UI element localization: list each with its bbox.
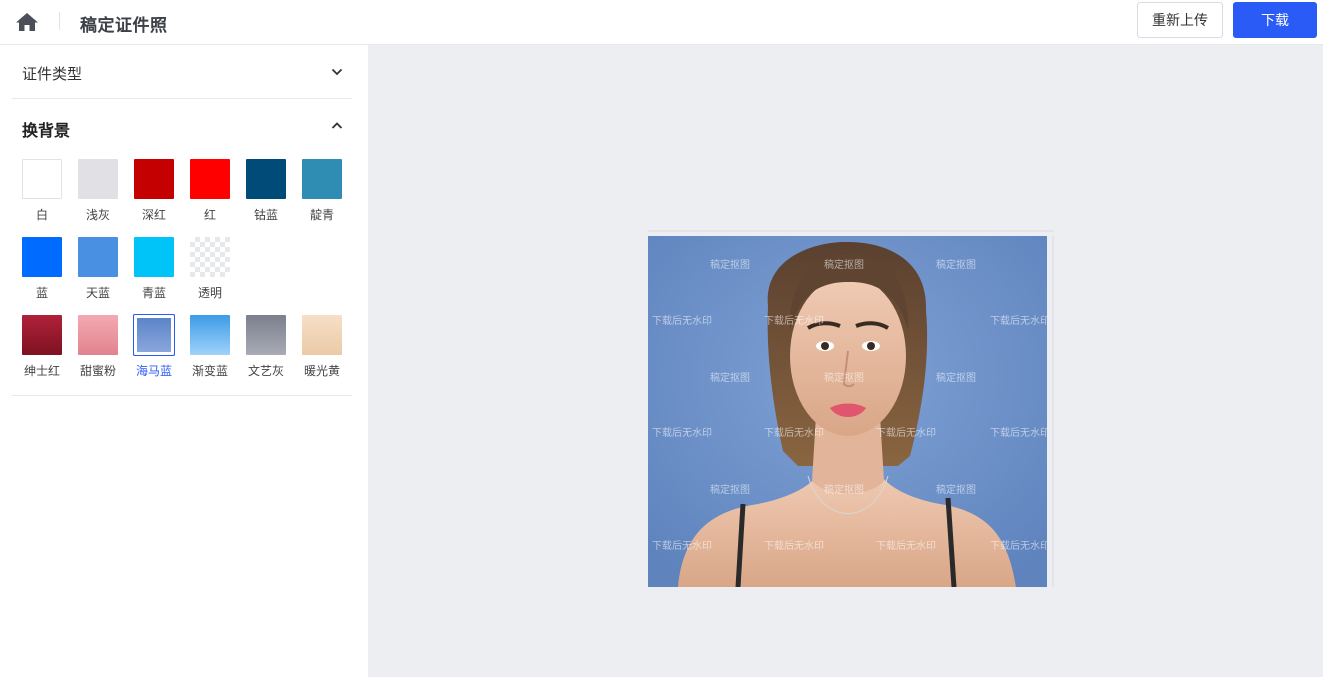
section-divider [12, 395, 352, 396]
app-title: 稿定证件照 [80, 16, 168, 36]
swatch-label: 靛青 [309, 208, 334, 222]
background-section-header[interactable]: 换背景 [12, 99, 352, 153]
watermark: 稿定抠图 [824, 371, 864, 384]
swatch-color [134, 237, 174, 277]
swatch-color [134, 159, 174, 199]
chevron-up-icon [331, 122, 343, 129]
swatch-label: 浅灰 [85, 208, 110, 222]
watermark: 稿定抠图 [710, 258, 750, 271]
swatch-color [190, 315, 230, 355]
swatch-label: 深红 [141, 208, 166, 222]
watermark: 稿定抠图 [710, 483, 750, 496]
swatch-5[interactable]: 钴蓝 [244, 159, 288, 223]
swatch-color [22, 315, 62, 355]
frame-edge [1052, 236, 1054, 587]
watermark: 下载后无水印 [652, 427, 712, 439]
watermark: 稿定抠图 [936, 483, 976, 496]
portrait-photo[interactable]: 稿定抠图 稿定抠图 稿定抠图 下载后无水印 下载后无水印 下载后无水印 稿定抠图… [648, 236, 1047, 587]
watermark: 稿定抠图 [936, 371, 976, 384]
watermark: 下载后无水印 [764, 427, 824, 439]
swatch-8[interactable]: 天蓝 [76, 237, 120, 301]
swatch-4[interactable]: 红 [188, 159, 232, 223]
watermark: 下载后无水印 [990, 540, 1047, 552]
watermark: 下载后无水印 [652, 540, 712, 552]
watermark: 下载后无水印 [764, 315, 824, 327]
swatch-color [190, 237, 230, 277]
swatch-14[interactable]: 渐变蓝 [188, 315, 232, 379]
swatch-3[interactable]: 深红 [132, 159, 176, 223]
swatch-9[interactable]: 青蓝 [132, 237, 176, 301]
swatch-label: 蓝 [35, 286, 48, 300]
swatch-label: 绅士红 [23, 364, 60, 378]
watermark: 稿定抠图 [824, 258, 864, 271]
swatch-label: 文艺灰 [247, 364, 284, 378]
watermark: 下载后无水印 [876, 427, 936, 439]
swatch-color [302, 159, 342, 199]
download-button[interactable]: 下载 [1233, 2, 1317, 38]
frame-edge [648, 230, 1054, 232]
watermark: 下载后无水印 [876, 540, 936, 552]
swatch-7[interactable]: 蓝 [20, 237, 64, 301]
swatch-color [133, 314, 175, 356]
swatch-15[interactable]: 文艺灰 [244, 315, 288, 379]
reupload-button[interactable]: 重新上传 [1137, 2, 1223, 38]
swatch-label: 暖光黄 [303, 364, 340, 378]
swatch-color [246, 159, 286, 199]
swatch-color [22, 159, 62, 199]
swatch-label: 透明 [197, 286, 222, 300]
swatch-6[interactable]: 靛青 [300, 159, 344, 223]
header-divider [59, 12, 60, 30]
swatch-2[interactable]: 浅灰 [76, 159, 120, 223]
swatch-color [78, 237, 118, 277]
swatch-color [22, 237, 62, 277]
swatch-label: 甜蜜粉 [79, 364, 116, 378]
swatch-color [78, 315, 118, 355]
swatch-label: 青蓝 [141, 286, 166, 300]
id-type-label: 证件类型 [22, 65, 83, 83]
swatch-label: 红 [203, 208, 216, 222]
swatch-label: 白 [35, 208, 48, 222]
swatch-label: 天蓝 [85, 286, 110, 300]
watermark: 下载后无水印 [652, 315, 712, 327]
swatch-color [302, 315, 342, 355]
swatch-1[interactable]: 白 [20, 159, 64, 223]
swatch-10[interactable]: 透明 [188, 237, 232, 301]
swatch-label: 海马蓝 [135, 364, 172, 378]
swatch-12[interactable]: 甜蜜粉 [76, 315, 120, 379]
home-icon[interactable] [14, 10, 40, 34]
watermark: 稿定抠图 [824, 483, 864, 496]
watermark: 稿定抠图 [936, 258, 976, 271]
swatch-16[interactable]: 暖光黄 [300, 315, 344, 379]
preview-canvas: 稿定抠图 稿定抠图 稿定抠图 下载后无水印 下载后无水印 下载后无水印 稿定抠图… [368, 45, 1323, 677]
watermark: 下载后无水印 [990, 427, 1047, 439]
swatch-color [78, 159, 118, 199]
swatch-color [246, 315, 286, 355]
watermark: 下载后无水印 [764, 540, 824, 552]
swatch-11[interactable]: 绅士红 [20, 315, 64, 379]
background-label: 换背景 [22, 121, 71, 140]
id-type-section-header[interactable]: 证件类型 [12, 45, 352, 99]
swatch-label: 钴蓝 [253, 208, 278, 222]
swatch-13[interactable]: 海马蓝 [132, 314, 176, 379]
watermark: 下载后无水印 [990, 315, 1047, 327]
swatch-label: 渐变蓝 [191, 364, 228, 378]
chevron-down-icon [331, 68, 343, 76]
watermark: 稿定抠图 [710, 371, 750, 384]
swatch-color [190, 159, 230, 199]
top-header: 稿定证件照 重新上传 下载 [0, 0, 1323, 45]
sidebar: 证件类型 换背景 白 浅灰 深红 红 钴蓝 靛青蓝 天蓝 青蓝 透明绅士红 甜蜜粉 海马蓝 渐变蓝 文艺… [0, 45, 368, 677]
